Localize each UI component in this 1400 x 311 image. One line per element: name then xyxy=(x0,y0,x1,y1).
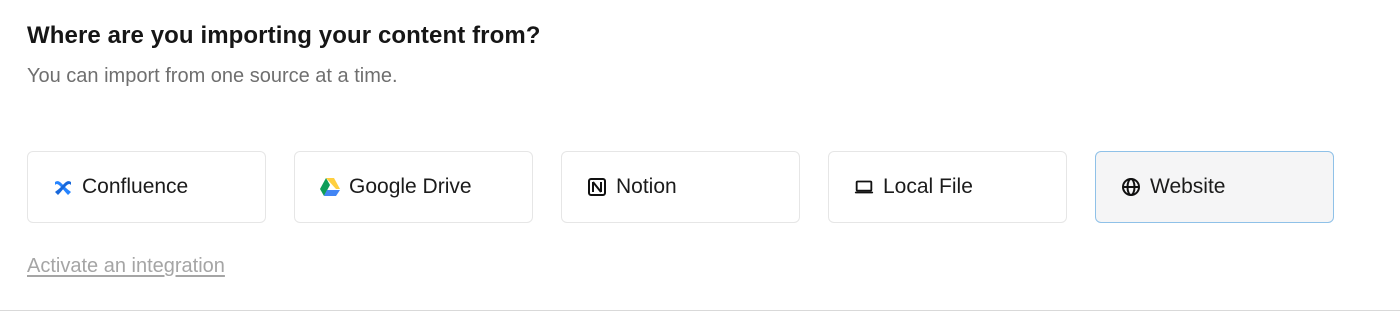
globe-icon xyxy=(1120,176,1142,198)
google-drive-icon xyxy=(319,176,341,198)
source-option-label: Notion xyxy=(616,175,677,198)
source-option-label: Local File xyxy=(883,175,973,198)
confluence-icon xyxy=(52,176,74,198)
activate-integration-link[interactable]: Activate an integration xyxy=(27,255,225,278)
source-option-local-file[interactable]: Local File xyxy=(828,151,1067,223)
import-source-panel: Where are you importing your content fro… xyxy=(27,0,1377,311)
notion-icon xyxy=(586,176,608,198)
source-option-label: Confluence xyxy=(82,175,189,198)
source-option-label: Google Drive xyxy=(349,175,472,198)
source-options: Confluence Google Drive Notion Local Fil… xyxy=(27,151,1334,223)
page-subtitle: You can import from one source at a time… xyxy=(27,65,398,87)
source-option-notion[interactable]: Notion xyxy=(561,151,800,223)
source-option-confluence[interactable]: Confluence xyxy=(27,151,266,223)
source-option-google-drive[interactable]: Google Drive xyxy=(294,151,533,223)
source-option-label: Website xyxy=(1150,175,1226,198)
laptop-icon xyxy=(853,176,875,198)
page-title: Where are you importing your content fro… xyxy=(27,22,541,49)
source-option-website[interactable]: Website xyxy=(1095,151,1334,223)
